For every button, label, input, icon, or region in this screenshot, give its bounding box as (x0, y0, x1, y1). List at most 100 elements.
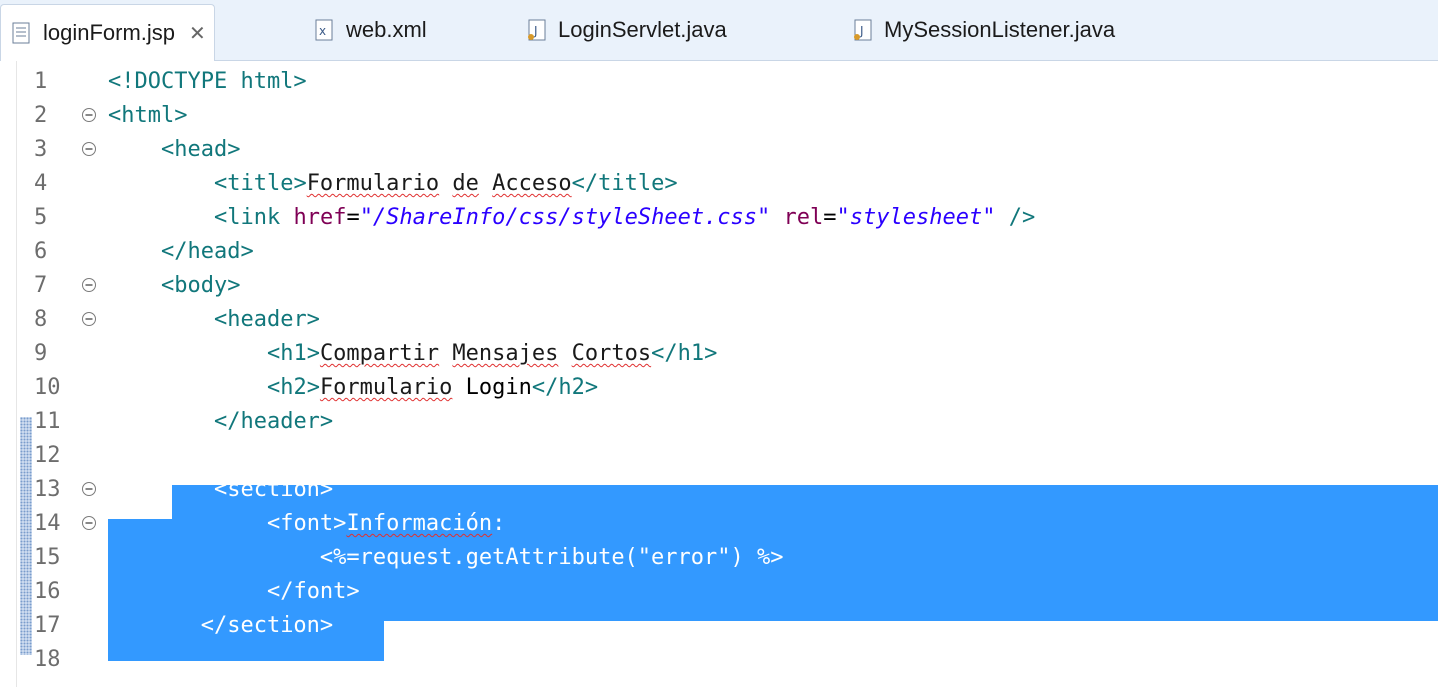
line-number: 14 (34, 511, 61, 536)
code-token: = (346, 205, 360, 230)
code-token: <link (213, 205, 294, 230)
code-line[interactable]: 18 (0, 643, 1438, 677)
tab-label: MySessionListener.java (884, 17, 1116, 42)
code-token: <body> (160, 273, 241, 298)
code-text: <section> (108, 473, 333, 507)
tab-loginform-jsp[interactable]: loginForm.jsp ✕ (0, 4, 215, 61)
code-text: <body> (108, 269, 240, 303)
code-text: </section> (108, 609, 333, 643)
code-line[interactable]: 3 <head> (0, 133, 1438, 167)
misspelled-word: Mensajes (452, 341, 559, 366)
code-line[interactable]: 15 <%=request.getAttribute("error") %> (0, 541, 1438, 575)
code-token: </font> (266, 579, 360, 604)
java-file-icon: J (526, 19, 548, 41)
java-file-icon: J (852, 19, 874, 41)
code-line[interactable]: 6 </head> (0, 235, 1438, 269)
fold-collapse-icon[interactable] (80, 106, 98, 124)
code-token: <header> (213, 307, 320, 332)
code-line[interactable]: 5 <link href="/ShareInfo/css/styleSheet.… (0, 201, 1438, 235)
fold-collapse-icon[interactable] (80, 140, 98, 158)
code-token: </title> (571, 171, 678, 196)
code-token: </section> (200, 613, 334, 638)
code-token: <h1> (266, 341, 320, 366)
code-token: <%=request.getAttribute("error") %> (108, 545, 784, 570)
code-line[interactable]: 17 </section> (0, 609, 1438, 643)
code-line[interactable]: 2 <html> (0, 99, 1438, 133)
code-text: <h2>Formulario Login</h2> (108, 371, 598, 405)
code-token: <head> (160, 137, 241, 162)
tab-loginservlet-java[interactable]: J LoginServlet.java (516, 8, 727, 52)
fold-collapse-icon[interactable] (80, 514, 98, 532)
code-text: <header> (108, 303, 320, 337)
line-number: 17 (34, 613, 61, 638)
code-line[interactable]: 4 <title>Formulario de Acceso</title> (0, 167, 1438, 201)
code-token: <h2> (266, 375, 320, 400)
line-number: 3 (34, 137, 48, 162)
code-text: <h1>Compartir Mensajes Cortos</h1> (108, 337, 717, 371)
code-line[interactable]: 14 <font>Información: (0, 507, 1438, 541)
line-number: 13 (34, 477, 61, 502)
code-token: = (823, 205, 837, 230)
code-line[interactable]: 1 <!DOCTYPE html> (0, 65, 1438, 99)
code-token: <section> (213, 477, 334, 502)
code-token: </h2> (531, 375, 599, 400)
code-text: </header> (108, 405, 333, 439)
tab-label: web.xml (346, 17, 427, 42)
misspelled-word: Compartir (319, 341, 440, 366)
fold-collapse-icon[interactable] (80, 310, 98, 328)
code-line[interactable]: 8 <header> (0, 303, 1438, 337)
line-number: 16 (34, 579, 61, 604)
jsp-file-icon (11, 22, 33, 44)
code-line[interactable]: 10 <h2>Formulario Login</h2> (0, 371, 1438, 405)
code-token: <font> (266, 511, 347, 536)
misspelled-word: Formulario (319, 375, 453, 400)
line-number: 11 (34, 409, 61, 434)
code-text: <html> (108, 99, 187, 133)
line-number: 4 (34, 171, 48, 196)
tab-web-xml[interactable]: x web.xml (304, 8, 427, 52)
code-line[interactable]: 13 <section> (0, 473, 1438, 507)
misspelled-word: Cortos (571, 341, 652, 366)
close-icon[interactable]: ✕ (189, 21, 206, 46)
tab-mysessionlistener-java[interactable]: J MySessionListener.java (842, 8, 1115, 52)
code-text: <title>Formulario de Acceso</title> (108, 167, 678, 201)
code-text: <%=request.getAttribute("error") %> (108, 541, 784, 575)
code-token: href (293, 205, 347, 230)
code-editor[interactable]: 1 <!DOCTYPE html> 2 <html> 3 <head> 4 <title>… (0, 61, 1438, 687)
code-line[interactable]: 16 </font> (0, 575, 1438, 609)
tab-label: LoginServlet.java (558, 17, 727, 42)
code-line[interactable]: 11 </header> (0, 405, 1438, 439)
tab-label: loginForm.jsp (43, 20, 176, 45)
code-line[interactable]: 12 (0, 439, 1438, 473)
fold-collapse-icon[interactable] (80, 480, 98, 498)
code-token: <title> (213, 171, 307, 196)
line-number: 10 (34, 375, 61, 400)
code-line[interactable]: 9 <h1>Compartir Mensajes Cortos</h1> (0, 337, 1438, 371)
code-token: <html> (108, 103, 188, 128)
line-number: 12 (34, 443, 61, 468)
code-token: <!DOCTYPE html> (108, 69, 307, 94)
misspelled-word: Acceso (492, 171, 572, 196)
line-number: 7 (34, 273, 48, 298)
fold-collapse-icon[interactable] (80, 276, 98, 294)
misspelled-word: Formulario (306, 171, 440, 196)
svg-text:x: x (319, 24, 326, 38)
code-token: </head> (160, 239, 254, 264)
code-line[interactable]: 7 <body> (0, 269, 1438, 303)
code-token: Login (452, 375, 532, 400)
